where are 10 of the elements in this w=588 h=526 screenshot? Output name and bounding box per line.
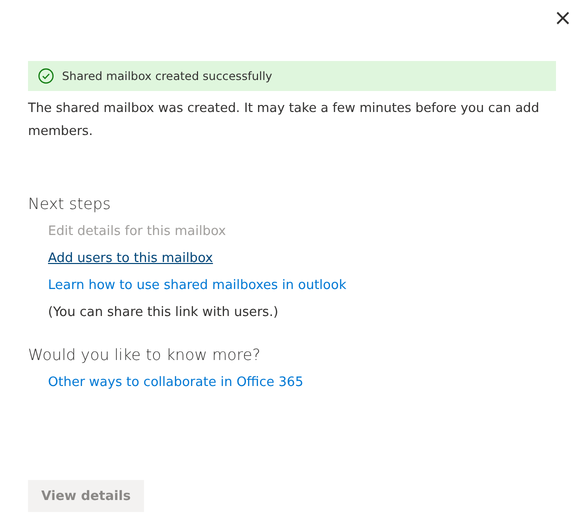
section-heading: Would you like to know more?: [28, 346, 262, 364]
link[interactable]: Learn how to use shared mailboxes in outlook: [48, 276, 346, 295]
description: The shared mailbox was created. It may take a few minutes before you can add members.: [28, 100, 540, 141]
section-heading: Next steps: [28, 195, 112, 213]
check-circle-icon: [38, 68, 54, 84]
link[interactable]: Add users to this mailbox: [48, 249, 213, 268]
banner-message: Shared mailbox created successfully: [62, 69, 272, 83]
close-button[interactable]: ×: [550, 6, 576, 32]
link[interactable]: Other ways to collaborate in Office 365: [48, 373, 304, 392]
note-text: (You can share this link with users.): [48, 304, 278, 322]
